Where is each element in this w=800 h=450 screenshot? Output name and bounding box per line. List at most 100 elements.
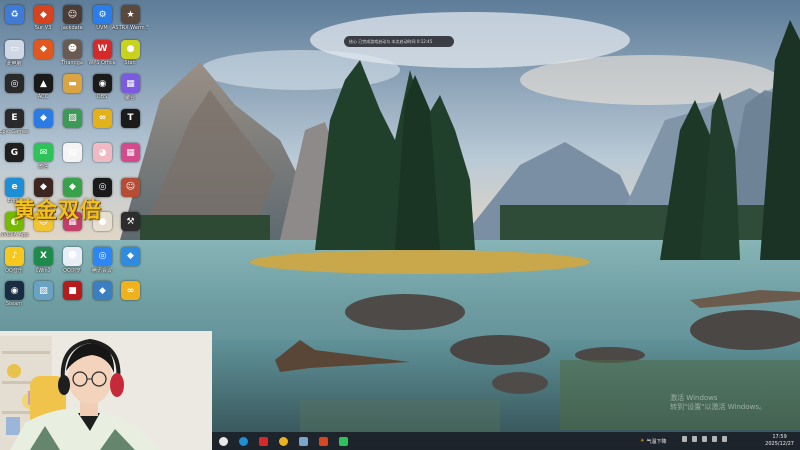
desktop-shortcut[interactable]: G: [0, 140, 28, 172]
steam-taskbar-icon: [299, 436, 308, 446]
desktop-shortcut[interactable]: ☺ Jackdate: [58, 2, 86, 34]
steam-taskbar-button[interactable]: [295, 434, 312, 448]
desktop-shortcut[interactable]: ∞: [116, 278, 144, 310]
red-app-taskbar-button[interactable]: [315, 434, 332, 448]
qq-music-icon: ♪: [5, 246, 24, 266]
computer-icon: ▭: [5, 39, 24, 59]
red-app-icon: ◆: [34, 39, 53, 59]
excel-icon: X: [34, 246, 53, 266]
weather-icon: ☀: [640, 438, 645, 444]
document-icon: ▤: [63, 143, 82, 162]
clock-date: 2025/12/27: [765, 441, 794, 447]
red-app-taskbar-icon: [319, 436, 328, 446]
desktop-shortcut[interactable]: ◆: [88, 278, 116, 310]
blue-gear-icon: ⚙: [93, 5, 112, 24]
game-blue-icon: ◆: [93, 281, 112, 300]
desktop-shortcut[interactable]: ◆: [29, 106, 57, 138]
activation-title: 激活 Windows: [670, 394, 718, 402]
desktop-shortcut[interactable]: ♻: [0, 2, 28, 34]
desktop-shortcut[interactable]: ▤: [58, 140, 86, 172]
blue-box-icon: ◆: [34, 108, 53, 128]
wechat-icon: ✉: [34, 143, 53, 162]
desktop-shortcut[interactable]: ■: [58, 278, 86, 310]
desktop-shortcut[interactable]: E Epic Games: [0, 106, 29, 138]
edge-taskbar-button[interactable]: [235, 434, 252, 448]
windows-activation-watermark: 激活 Windows 转到"设置"以激活 Windows。: [670, 394, 766, 412]
desktop-shortcut[interactable]: ▦: [116, 140, 144, 172]
taskbar: ☀ 气温下降 17:59 2025/12/27: [212, 432, 800, 450]
glasses-icon: ∞: [93, 108, 112, 128]
notification-text: 核心 已完成游戏启动与 本次启动时间 0:12:45: [349, 38, 433, 44]
desktop-shortcut[interactable]: ▧: [29, 278, 57, 310]
desktop-shortcut-label: Steam: [5, 301, 23, 307]
desktop-shortcut[interactable]: ◉ Steam: [0, 278, 28, 310]
tray-chevron-icon[interactable]: [682, 436, 687, 442]
desktop-shortcut-label: ASTRX Warm Solutions: [112, 25, 148, 31]
g-logo-icon: G: [5, 143, 24, 162]
recycle-bin-icon: ♻: [5, 5, 24, 24]
game-poster-icon: ★: [121, 5, 140, 24]
tool-icon: ⚒: [121, 212, 140, 231]
notification-toast[interactable]: 核心 已完成游戏启动与 本次启动时间 0:12:45: [344, 36, 454, 47]
qq-browser-icon: ☻: [63, 246, 82, 266]
pig-icon: ◕: [93, 143, 112, 162]
weather-text: 气温下降: [646, 438, 667, 445]
input-method-icon[interactable]: [722, 436, 727, 442]
desktop-shortcut-label: 聚合: [124, 95, 135, 101]
desktop-shortcut[interactable]: ☻ Thamiga: [58, 37, 86, 69]
desktop-shortcut-label: NVIDIA App: [0, 232, 29, 238]
desktop-shortcut[interactable]: ☻ QQ浏览: [58, 244, 86, 276]
desktop-shortcut[interactable]: ◕: [88, 140, 116, 172]
weather-widget[interactable]: ☀ 气温下降: [640, 432, 667, 450]
desktop-shortcut[interactable]: X 【Win】: [29, 244, 57, 276]
desktop-shortcut-label: 此电脑: [6, 60, 22, 67]
desktop-shortcut[interactable]: ▲ ACC: [29, 71, 57, 103]
desktop-shortcut[interactable]: ▭ 此电脑: [0, 37, 28, 69]
desktop-shortcut[interactable]: ▦ 聚合: [116, 71, 144, 103]
activation-subtitle: 转到"设置"以激活 Windows。: [670, 403, 766, 411]
desktop-shortcut[interactable]: ⚒: [116, 209, 144, 241]
desktop-shortcut[interactable]: ▧: [58, 106, 86, 138]
game-red-icon: ■: [63, 281, 82, 300]
edge-taskbar-icon: [239, 436, 248, 446]
map-icon: ▧: [63, 108, 82, 128]
wechat-taskbar-button[interactable]: [335, 434, 352, 448]
wps-taskbar-button[interactable]: [255, 434, 272, 448]
desktop-shortcut[interactable]: ◎: [0, 71, 28, 103]
wps-icon: W: [93, 39, 112, 59]
desktop-shortcut-label: Stan: [124, 59, 136, 66]
wps-taskbar-icon: [259, 436, 268, 446]
chrome-button[interactable]: [275, 434, 292, 448]
network-icon[interactable]: [702, 436, 707, 442]
cubes-icon: ▦: [121, 143, 140, 162]
desktop-shortcut[interactable]: T: [116, 106, 144, 138]
desktop-shortcut[interactable]: ☺: [116, 175, 144, 207]
chrome-icon: [279, 436, 288, 446]
system-tray: [682, 436, 727, 442]
start-button[interactable]: [215, 434, 232, 448]
desktop-shortcut[interactable]: ♪ QQ音乐: [0, 244, 28, 276]
pink-app-icon: ▦: [121, 74, 140, 93]
start-icon: [219, 436, 228, 446]
desktop-shortcut[interactable]: ★ASTRX Warm Solutions: [112, 2, 148, 34]
desktop-shortcut[interactable]: ◆: [29, 37, 57, 69]
game-scene-icon: ▧: [34, 281, 53, 300]
green-triangle-icon: ▲: [34, 74, 53, 93]
webcam-person-image: [0, 331, 212, 450]
volume-icon[interactable]: [712, 436, 717, 442]
desktop-shortcut[interactable]: ∞: [88, 106, 116, 138]
desktop-shortcut[interactable]: ◆ Sur V3: [29, 2, 57, 34]
blue-game-icon: ◆: [121, 246, 140, 266]
sunglasses-icon: ∞: [121, 281, 140, 300]
steam-icon: ◉: [5, 281, 24, 300]
desktop-shortcut[interactable]: ◆: [116, 244, 144, 276]
taskbar-clock[interactable]: 17:59 2025/12/27: [765, 434, 794, 448]
desktop-shortcut[interactable]: ● Stan: [116, 37, 144, 69]
desktop-shortcut[interactable]: ▬: [58, 71, 86, 103]
meeting-icon: ◎: [93, 246, 112, 266]
game-face-icon: ☺: [121, 177, 140, 197]
desktop-shortcut[interactable]: ✉ 微信: [29, 140, 57, 172]
tray-app-icon[interactable]: [692, 436, 697, 442]
desktop-shortcut-label: 腾讯会议: [91, 267, 112, 274]
desktop-shortcut[interactable]: ◎ 腾讯会议: [88, 244, 116, 276]
